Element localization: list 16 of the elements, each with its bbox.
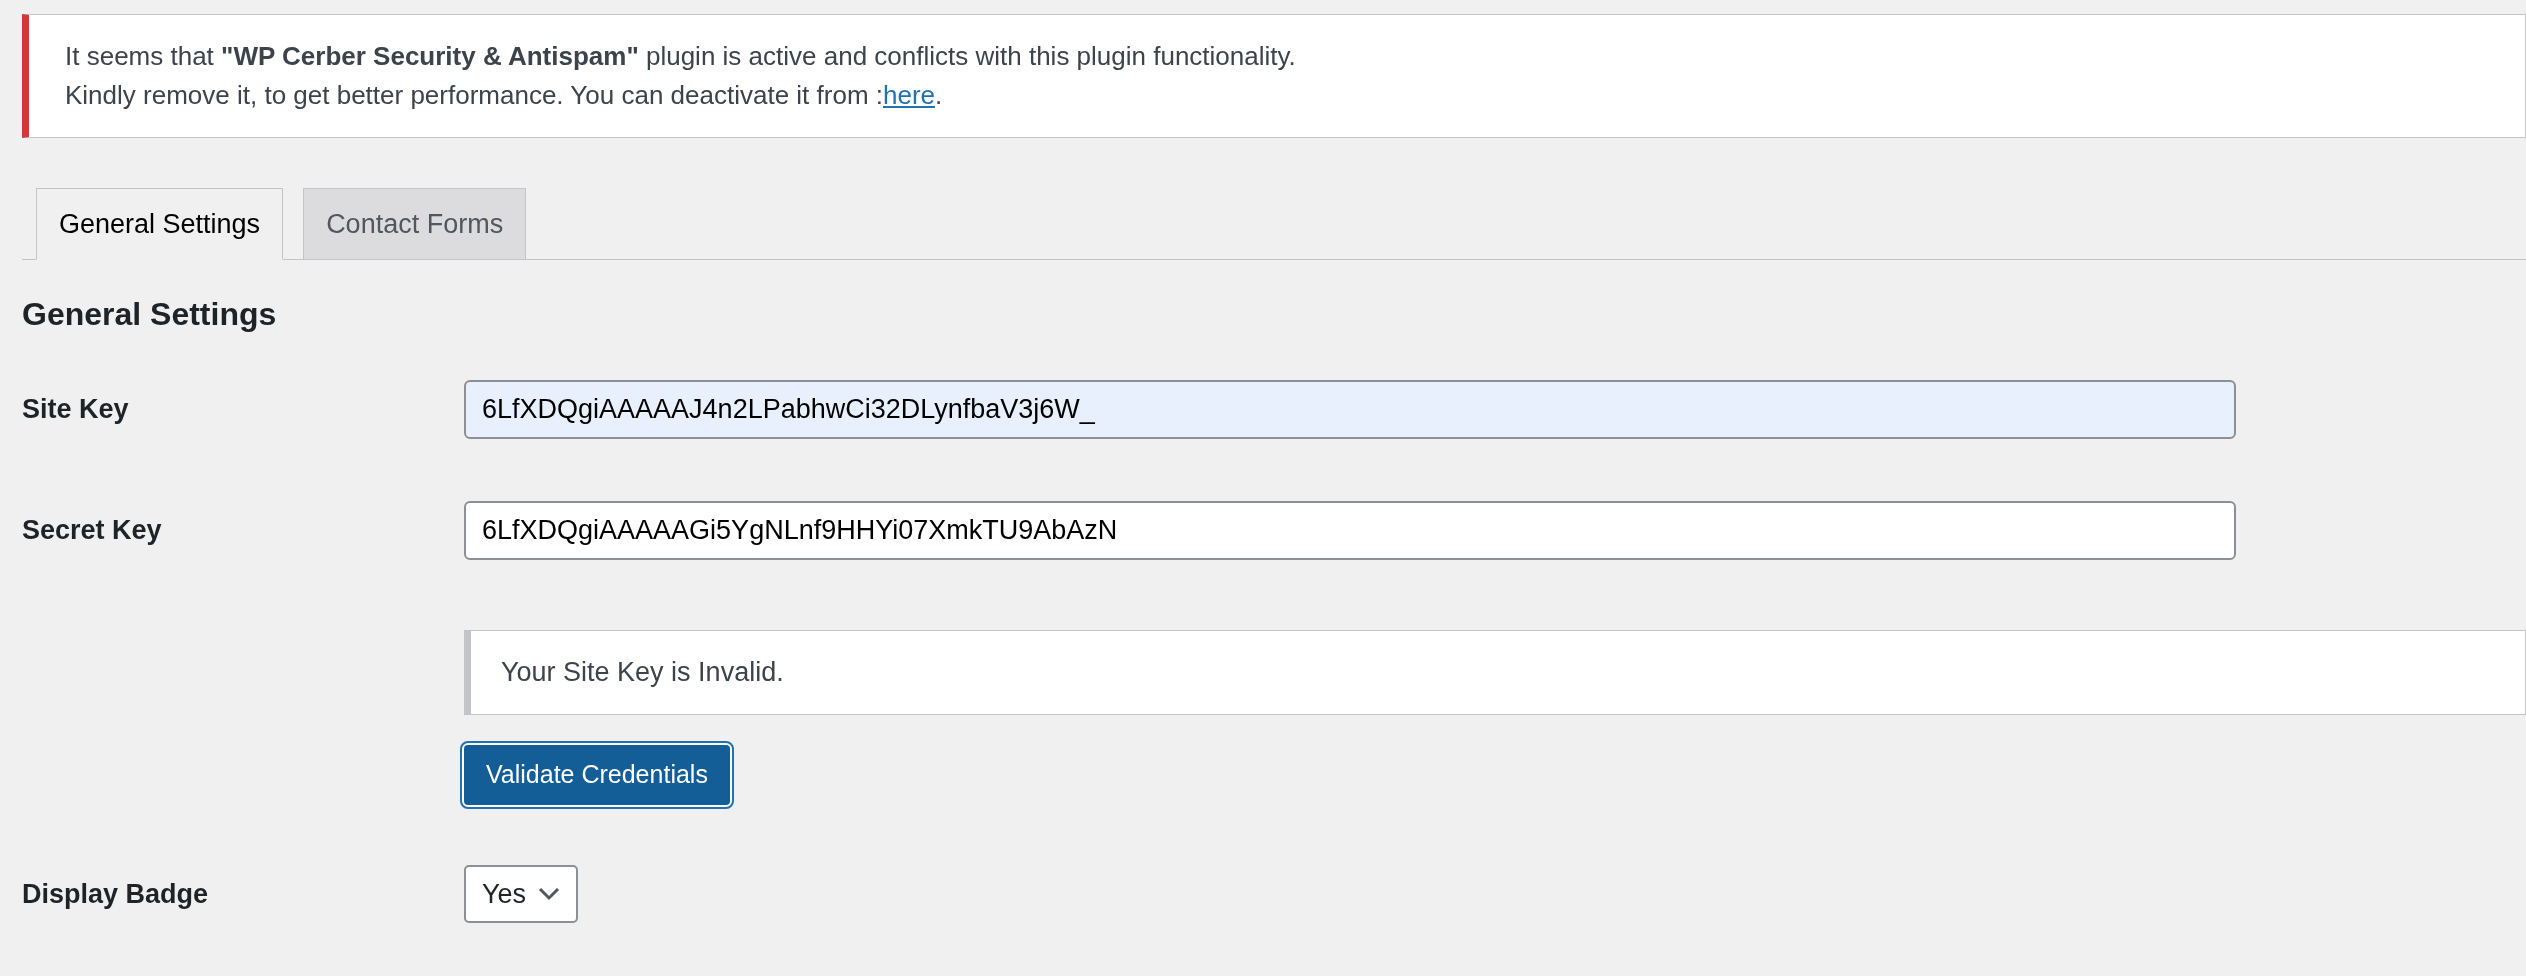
tab[interactable]: General Settings <box>36 188 284 260</box>
chevron-down-icon <box>538 887 561 901</box>
notice-text: It seems that "WP Cerber Security & Antispam" plugin is active and conflicts with this plugin functionality. <box>65 40 1297 73</box>
validation-message: Your Site Key is Invalid. <box>501 656 784 690</box>
notice-text: Kindly remove it, to get better performance. You can deactivate it from : <box>65 79 883 112</box>
tab[interactable]: Contact Forms <box>303 188 527 260</box>
deactivate-link[interactable]: here <box>883 76 936 115</box>
section-heading: General Settings <box>22 295 278 334</box>
badge-select[interactable]: Yes <box>464 865 579 923</box>
text-field[interactable]: 6LfXDQgiAAAAAJ4n2LPabhwCi32DLynfbaV3j6W_ <box>464 380 2236 439</box>
text-field[interactable]: 6LfXDQgiAAAAAGi5YgNLnf9HHYi07XmkTU9AbAzN <box>464 501 2236 560</box>
validate-button[interactable]: Validate Credentials <box>462 743 732 807</box>
field-label: Display Badge <box>22 877 210 911</box>
field-label: Site Key <box>22 393 130 427</box>
field-label: Secret Key <box>22 514 163 548</box>
notice-punctuation: . <box>935 79 943 112</box>
